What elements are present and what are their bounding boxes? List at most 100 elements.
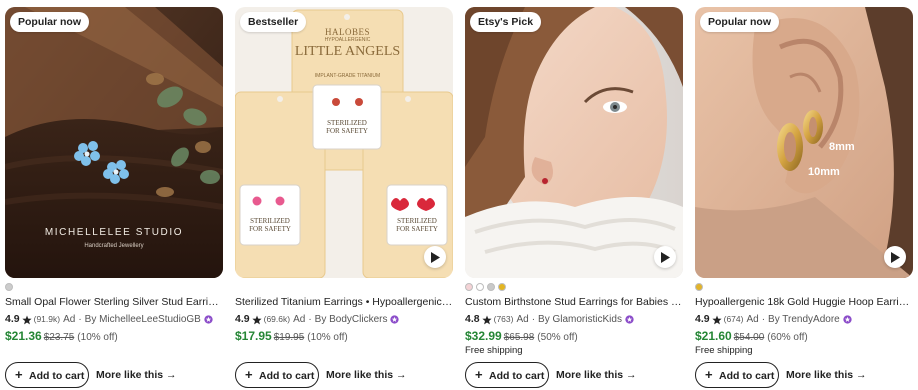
- listing-image[interactable]: MICHELLELEE STUDIO Handcrafted Jewellery…: [5, 7, 223, 278]
- color-swatches: [5, 283, 13, 292]
- plus-icon: +: [475, 367, 483, 382]
- seller-name[interactable]: By GlamoristicKids: [538, 313, 622, 326]
- star-seller-icon: [390, 315, 400, 324]
- arrow-right-icon: →: [626, 369, 637, 381]
- listing-image[interactable]: 8mm 10mm Popular now: [695, 7, 913, 278]
- arrow-right-icon: →: [856, 369, 867, 381]
- rating-value: 4.9: [695, 313, 710, 325]
- play-icon: [431, 251, 440, 263]
- star-icon: [482, 315, 492, 324]
- arrow-right-icon: →: [396, 369, 407, 381]
- gold-huggie-hoops-photo: [695, 7, 913, 278]
- add-to-cart-button[interactable]: + Add to cart: [5, 362, 89, 388]
- play-icon: [891, 251, 900, 263]
- seller-name[interactable]: By TrendyAdore: [768, 313, 840, 326]
- plus-icon: +: [15, 367, 23, 382]
- separator-dot: ·: [308, 314, 312, 325]
- play-video-button[interactable]: [424, 246, 446, 268]
- price-row: $21.36 $23.75 (10% off): [5, 329, 118, 343]
- swatch-gold[interactable]: [695, 283, 703, 291]
- review-count: (69.6k): [263, 314, 291, 324]
- original-price: $54.00: [733, 332, 765, 343]
- rating-row: 4.9 (674) Ad · By TrendyAdore: [695, 313, 852, 326]
- play-icon: [661, 251, 670, 263]
- add-to-cart-label: Add to cart: [29, 370, 85, 382]
- discount-percent: (10% off): [307, 332, 348, 343]
- plus-icon: +: [245, 367, 253, 382]
- listing-image[interactable]: Etsy's Pick: [465, 7, 683, 278]
- price-row: $21.60 $54.00 (60% off): [695, 329, 808, 343]
- arrow-right-icon: →: [166, 369, 177, 381]
- listing-card[interactable]: 8mm 10mm Popular now Hypoallergenic 18k …: [695, 7, 913, 390]
- original-price: $23.75: [43, 332, 75, 343]
- add-to-cart-label: Add to cart: [719, 370, 775, 382]
- sale-price: $32.99: [465, 329, 502, 343]
- ad-label: Ad: [293, 314, 306, 325]
- sale-price: $17.95: [235, 329, 272, 343]
- swatch-white[interactable]: [476, 283, 484, 291]
- review-count: (674): [723, 314, 744, 324]
- review-count: (763): [493, 314, 514, 324]
- star-icon: [252, 315, 262, 324]
- studio-name-overlay: MICHELLELEE STUDIO: [44, 227, 184, 238]
- product-sub-overlay: IMPLANT-GRADE TITANIUM: [314, 73, 381, 79]
- package-label-overlay-right: STERILIZED FOR SAFETY: [396, 217, 438, 233]
- more-like-this-link[interactable]: More like this →: [786, 362, 867, 388]
- separator-dot: ·: [78, 314, 82, 325]
- studio-tagline-overlay: Handcrafted Jewellery: [84, 243, 144, 249]
- star-seller-icon: [204, 315, 213, 324]
- color-swatches: [695, 283, 703, 292]
- swatch-pink[interactable]: [465, 283, 473, 291]
- more-like-this-link[interactable]: More like this →: [326, 362, 407, 388]
- swatch-silver[interactable]: [487, 283, 495, 291]
- rating-row: 4.9 (69.6k) Ad · By BodyClickers: [235, 313, 400, 326]
- rating-row: 4.8 (763) Ad · By GlamoristicKids: [465, 313, 634, 326]
- more-like-this-label: More like this: [556, 369, 624, 381]
- listing-title[interactable]: Small Opal Flower Sterling Silver Stud E…: [5, 296, 223, 309]
- brand-sub-overlay: HYPOALLERGENIC: [324, 37, 371, 43]
- add-to-cart-button[interactable]: + Add to cart: [235, 362, 319, 388]
- discount-percent: (50% off): [537, 332, 578, 343]
- listing-title[interactable]: Custom Birthstone Stud Earrings for Babi…: [465, 296, 683, 309]
- swatch-grey[interactable]: [5, 283, 13, 291]
- play-video-button[interactable]: [654, 246, 676, 268]
- rating-value: 4.9: [235, 313, 250, 325]
- more-like-this-label: More like this: [96, 369, 164, 381]
- more-like-this-link[interactable]: More like this →: [556, 362, 637, 388]
- package-label-overlay-left: STERILIZED FOR SAFETY: [249, 217, 291, 233]
- add-to-cart-button[interactable]: + Add to cart: [465, 362, 549, 388]
- price-row: $32.99 $65.98 (50% off): [465, 329, 578, 343]
- free-shipping-label: Free shipping: [695, 345, 753, 356]
- listing-image[interactable]: HALOBES HYPOALLERGENIC LITTLE ANGELS IMP…: [235, 7, 453, 278]
- play-video-button[interactable]: [884, 246, 906, 268]
- more-like-this-link[interactable]: More like this →: [96, 362, 177, 388]
- package-label-overlay: STERILIZED FOR SAFETY: [326, 119, 368, 135]
- star-icon: [22, 315, 32, 324]
- listing-card[interactable]: HALOBES HYPOALLERGENIC LITTLE ANGELS IMP…: [235, 7, 453, 390]
- sale-price: $21.60: [695, 329, 732, 343]
- listing-title[interactable]: Sterilized Titanium Earrings • Hypoaller…: [235, 296, 453, 309]
- listing-title[interactable]: Hypoallergenic 18k Gold Huggie Hoop Earr…: [695, 296, 913, 309]
- seller-name[interactable]: By BodyClickers: [315, 313, 388, 326]
- swatch-gold[interactable]: [498, 283, 506, 291]
- brand-name-overlay: HALOBES: [324, 27, 370, 37]
- ad-label: Ad: [63, 314, 76, 325]
- seller-name[interactable]: By MichelleeLeeStudioGB: [85, 313, 201, 326]
- size-label-8mm: 8mm: [829, 141, 855, 153]
- separator-dot: ·: [761, 314, 766, 325]
- listing-card[interactable]: Etsy's Pick Custom Birthstone Stud Earri…: [465, 7, 683, 390]
- add-to-cart-button[interactable]: + Add to cart: [695, 362, 779, 388]
- original-price: $19.95: [273, 332, 305, 343]
- size-label-10mm: 10mm: [808, 166, 840, 178]
- free-shipping-label: Free shipping: [465, 345, 523, 356]
- rating-value: 4.8: [465, 313, 480, 325]
- add-to-cart-label: Add to cart: [259, 370, 315, 382]
- add-to-cart-label: Add to cart: [489, 370, 545, 382]
- product-line-overlay: LITTLE ANGELS: [294, 44, 401, 59]
- price-row: $17.95 $19.95 (10% off): [235, 329, 348, 343]
- more-like-this-label: More like this: [786, 369, 854, 381]
- listing-card[interactable]: MICHELLELEE STUDIO Handcrafted Jewellery…: [5, 7, 223, 390]
- star-icon: [712, 315, 722, 324]
- bestseller-badge: Bestseller: [240, 12, 307, 32]
- star-seller-icon: [625, 315, 634, 324]
